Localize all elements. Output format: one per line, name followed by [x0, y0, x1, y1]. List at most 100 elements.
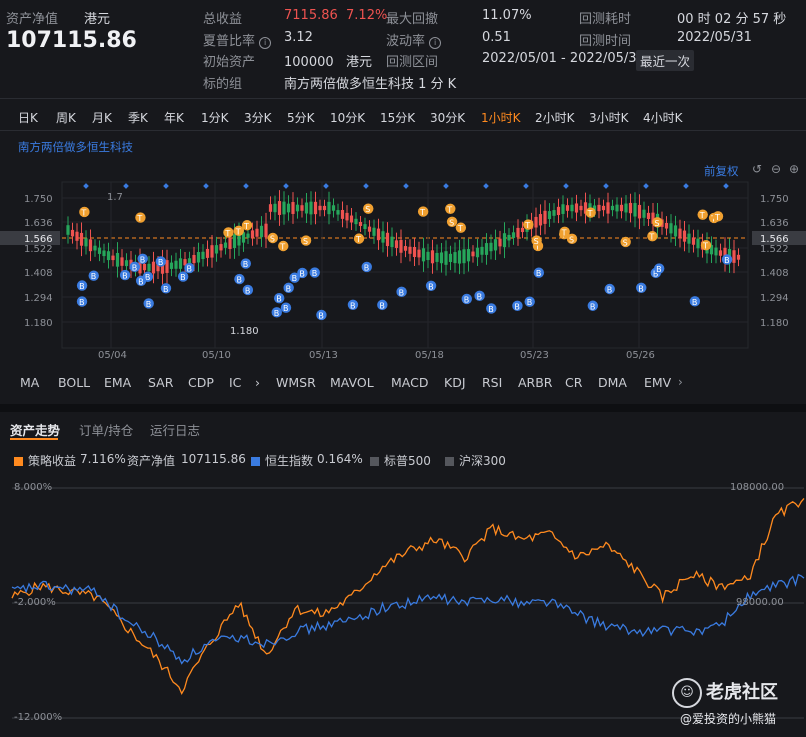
timeframe-14[interactable]: 4小时K [643, 109, 683, 126]
legend-strategy[interactable]: 策略收益 [14, 452, 76, 469]
candle [520, 227, 525, 233]
timeframe-8[interactable]: 10分K [330, 109, 365, 126]
dividend-marker [323, 183, 329, 189]
candle [322, 205, 327, 211]
marker-label: B [91, 272, 97, 281]
candle [354, 218, 358, 225]
candle [453, 252, 457, 264]
indicator-boll[interactable]: BOLL [58, 375, 90, 390]
candle [349, 215, 354, 223]
indicator-mavol[interactable]: MAVOL [330, 375, 374, 390]
timeframe-4[interactable]: 年K [164, 109, 184, 126]
stat-backtest-date-label: 回测时间 [579, 34, 632, 49]
right-tick-top: 108000.00 [730, 482, 785, 493]
kline-plot-area [61, 181, 749, 349]
tab-asset-trend[interactable]: 资产走势 [10, 420, 60, 439]
kline-y-tick: 1.636 [24, 218, 53, 229]
checkbox-icon [445, 457, 454, 466]
candle [664, 222, 669, 229]
candle [115, 252, 120, 267]
adjust-button[interactable]: 前复权 [704, 163, 739, 179]
indicator-emv[interactable]: EMV [644, 375, 671, 390]
candle [250, 230, 255, 238]
indicator-ic[interactable]: IC [229, 375, 241, 390]
timeframe-3[interactable]: 季K [128, 109, 148, 126]
candle [511, 232, 516, 238]
kline-chart[interactable]: 1.750 1.750 1.636 1.636 1.522 1.522 1.408 1.408… [0, 178, 806, 368]
candle [610, 205, 615, 211]
indicator-ema[interactable]: EMA [104, 375, 131, 390]
candle [457, 250, 462, 264]
indicator-wmsr[interactable]: WMSR [276, 375, 316, 390]
timeframe-1[interactable]: 周K [56, 109, 76, 126]
zoom-out-icon[interactable]: ⊖ [771, 162, 781, 176]
candle [282, 201, 286, 215]
dividend-marker [403, 183, 409, 189]
kline-x-tick: 05/26 [626, 350, 655, 361]
timeframe-11[interactable]: 1小时K [481, 109, 521, 126]
marker-label: B [536, 269, 542, 278]
marker-label: T [235, 227, 241, 236]
timeframe-0[interactable]: 日K [18, 109, 38, 126]
indicator-cr[interactable]: CR [565, 375, 582, 390]
stat-range-label: 回测区间 [386, 55, 439, 70]
marker-label: B [236, 276, 242, 285]
marker-label: S [270, 235, 275, 244]
candle [543, 210, 547, 224]
candle [390, 236, 394, 248]
info-icon[interactable]: i [259, 37, 272, 49]
candle [498, 238, 502, 247]
legend-csi300[interactable]: 沪深300 [445, 452, 506, 469]
timeframe-9[interactable]: 15分K [380, 109, 415, 126]
chevron-right-icon[interactable]: › [678, 375, 683, 389]
legend-sp500[interactable]: 标普500 [370, 452, 431, 469]
info-icon[interactable]: i [429, 37, 442, 49]
stat-total-return-value: 7115.86 7.12% [284, 8, 388, 23]
indicator-kdj[interactable]: KDJ [444, 375, 466, 390]
candle [718, 250, 723, 256]
timeframe-2[interactable]: 月K [92, 109, 112, 126]
marker-label: T [446, 205, 452, 214]
tab-log[interactable]: 运行日志 [150, 420, 200, 439]
indicator-dma[interactable]: DMA [598, 375, 627, 390]
checkbox-icon [251, 457, 260, 466]
indicator-sar[interactable]: SAR [148, 375, 173, 390]
nav-value: 107115.86 [6, 28, 137, 53]
candle [304, 202, 309, 214]
candle [736, 254, 741, 260]
timeframe-7[interactable]: 5分K [287, 109, 315, 126]
right-tick-mid: 98000.00 [736, 597, 784, 608]
indicator-arbr[interactable]: ARBR [518, 375, 553, 390]
candle [259, 225, 264, 238]
timeframe-10[interactable]: 30分K [430, 109, 465, 126]
legend-hsi[interactable]: 恒生指数 [251, 452, 313, 469]
timeframe-13[interactable]: 3小时K [589, 109, 629, 126]
marker-label: B [514, 302, 520, 311]
timeframe-5[interactable]: 1分K [201, 109, 229, 126]
timeframe-6[interactable]: 3分K [244, 109, 272, 126]
recent-run-tag[interactable]: 最近一次 [636, 50, 695, 71]
zoom-in-icon[interactable]: ⊕ [789, 162, 799, 176]
marker-label: T [136, 214, 142, 223]
candle [228, 237, 232, 249]
candle [597, 204, 601, 212]
marker-label: B [350, 301, 356, 310]
candle [606, 202, 610, 214]
candle [435, 252, 439, 262]
indicator-macd[interactable]: MACD [391, 375, 428, 390]
tab-orders[interactable]: 订单/持仓 [79, 420, 133, 439]
indicator-cdp[interactable]: CDP [188, 375, 214, 390]
marker-label: T [355, 235, 361, 244]
marker-label: B [79, 298, 85, 307]
timeframe-12[interactable]: 2小时K [535, 109, 575, 126]
kline-y-tick-right: 1.522 [760, 244, 789, 255]
candle [331, 205, 336, 211]
chevron-right-icon[interactable]: › [255, 375, 260, 390]
kline-y-tick-right: 1.180 [760, 318, 789, 329]
indicator-ma[interactable]: MA [20, 375, 39, 390]
reset-icon[interactable]: ↺ [752, 162, 762, 176]
left-tick-top: 8.000% [14, 482, 53, 493]
dividend-marker [283, 183, 289, 189]
indicator-rsi[interactable]: RSI [482, 375, 502, 390]
kline-y-tick-right: 1.408 [760, 268, 789, 279]
